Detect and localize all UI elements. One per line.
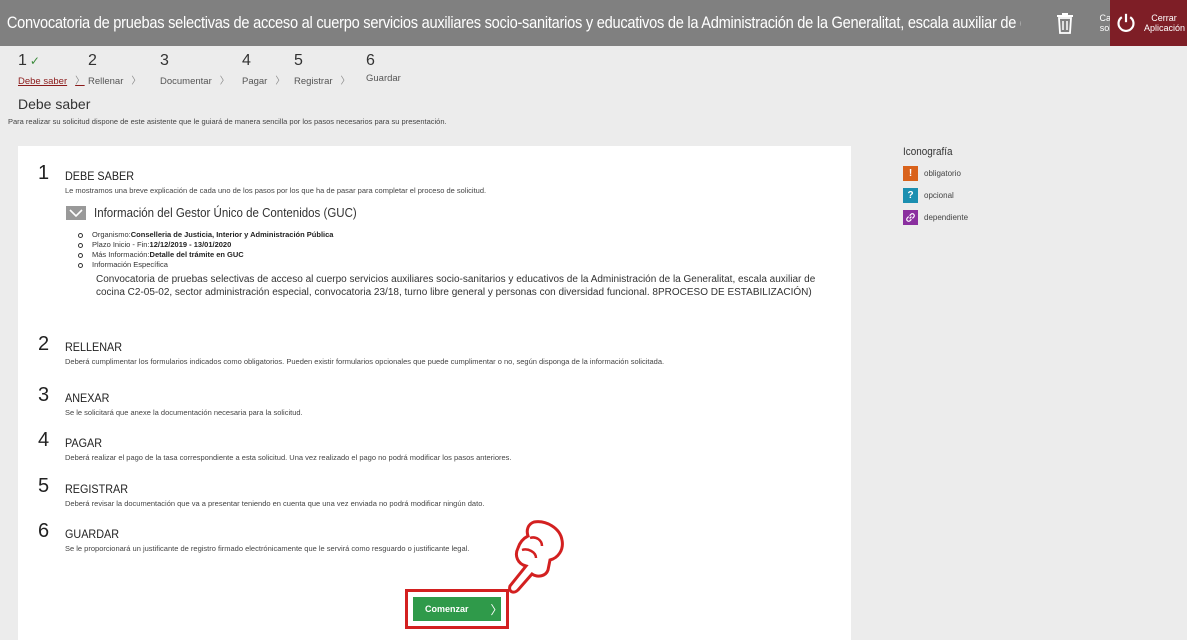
guc-info-list: Organismo: Conselleria de Justicia, Inter… xyxy=(78,230,836,270)
step-5[interactable]: 5 Registrar 〉 xyxy=(294,52,366,87)
section-title: RELLENAR xyxy=(65,340,123,354)
power-icon xyxy=(1117,13,1135,32)
guc-panel: Información del Gestor Único de Contenid… xyxy=(66,206,836,299)
step-wizard: 1 ✓ Debe saber 〉 2 Rellenar 〉 3 Documentar 〉… xyxy=(18,52,426,87)
chevron-down-icon xyxy=(66,206,86,220)
section-number: 3 xyxy=(38,384,50,406)
step-1[interactable]: 1 ✓ Debe saber 〉 xyxy=(18,52,88,87)
step-label: Registrar xyxy=(294,76,333,87)
section-number: 2 xyxy=(38,333,50,355)
step-label: Documentar xyxy=(160,76,212,87)
legend-item-dependiente: dependiente xyxy=(903,210,968,225)
step-number: 3 xyxy=(160,52,169,69)
iconography-legend: Iconografía ! obligatorio ? opcional dep… xyxy=(903,146,968,232)
legend-label: dependiente xyxy=(924,213,969,222)
chevron-right-icon: 〉 xyxy=(275,76,285,87)
section-title: ANEXAR xyxy=(65,391,110,405)
list-item: Organismo: Conselleria de Justicia, Inter… xyxy=(78,230,836,240)
begin-button-highlight: Comenzar 〉 xyxy=(405,589,509,629)
step-label: Debe saber xyxy=(18,76,68,87)
legend-label: obligatorio xyxy=(924,169,961,178)
section-number: 4 xyxy=(38,429,50,451)
list-item: Información Específica xyxy=(78,260,836,270)
chevron-right-icon: 〉 xyxy=(131,76,141,87)
section-title: GUARDAR xyxy=(65,527,120,541)
chevron-right-icon: 〉 xyxy=(219,76,230,87)
section-description: Deberá realizar el pago de la tasa corre… xyxy=(65,453,512,462)
exclamation-icon: ! xyxy=(903,166,918,181)
step-number: 2 xyxy=(88,52,97,69)
steps-card: 1 DEBE SABER Le mostramos una breve expl… xyxy=(18,146,851,640)
step-4[interactable]: 4 Pagar 〉 xyxy=(242,52,294,87)
section-title: DEBE SABER xyxy=(65,169,135,183)
section-number: 6 xyxy=(38,520,50,542)
list-item: Más Información: Detalle del trámite en G… xyxy=(78,250,836,260)
section-title: PAGAR xyxy=(65,436,103,450)
guc-description: Convocatoria de pruebas selectivas de ac… xyxy=(96,274,816,298)
check-icon: ✓ xyxy=(29,54,40,68)
legend-title: Iconografía xyxy=(903,146,953,158)
section-description: Deberá revisar la documentación que va a… xyxy=(65,499,485,508)
top-bar: Convocatoria de pruebas selectivas de ac… xyxy=(0,0,1187,46)
guc-detail-link[interactable]: Detalle del trámite en GUC xyxy=(150,250,244,260)
step-number: 5 xyxy=(294,52,303,69)
chevron-right-icon: 〉 xyxy=(490,602,503,617)
step-number: 4 xyxy=(242,52,251,69)
section-description: Se le solicitará que anexe la documentac… xyxy=(65,408,303,417)
section-title: REGISTRAR xyxy=(65,482,129,496)
section-number: 5 xyxy=(38,475,50,497)
section-description: Le mostramos una breve explicación de ca… xyxy=(65,186,487,195)
chevron-right-icon: 〉 xyxy=(75,76,85,87)
app-title: Convocatoria de pruebas selectivas de ac… xyxy=(6,13,1021,32)
link-icon xyxy=(903,210,918,225)
step-3[interactable]: 3 Documentar 〉 xyxy=(160,52,242,87)
step-label: Guardar xyxy=(366,73,401,84)
close-app-label: Cerrar Aplicación xyxy=(1144,13,1186,33)
section-description: Deberá cumplimentar los formularios indi… xyxy=(65,357,665,366)
close-app-button[interactable]: Cerrar Aplicación xyxy=(1110,0,1187,46)
question-icon: ? xyxy=(903,188,918,203)
step-label: Pagar xyxy=(242,76,268,87)
step-6[interactable]: 6 Guardar xyxy=(366,52,426,87)
step-label: Rellenar xyxy=(88,76,124,87)
begin-button-label: Comenzar xyxy=(425,604,469,614)
trash-icon xyxy=(1057,13,1073,34)
legend-item-obligatorio: ! obligatorio xyxy=(903,166,968,181)
pointing-hand-icon xyxy=(508,520,564,594)
step-number: 1 xyxy=(18,52,27,69)
guc-toggle[interactable]: Información del Gestor Único de Contenid… xyxy=(66,206,836,220)
page-subtitle: Para realizar su solicitud dispone de es… xyxy=(8,117,447,126)
begin-button[interactable]: Comenzar 〉 xyxy=(413,597,503,621)
page-title: Debe saber xyxy=(18,96,91,112)
section-description: Se le proporcionará un justificante de r… xyxy=(65,544,470,553)
step-number: 6 xyxy=(366,52,375,69)
chevron-right-icon: 〉 xyxy=(340,76,351,87)
guc-title: Información del Gestor Único de Contenid… xyxy=(94,206,357,220)
legend-item-opcional: ? opcional xyxy=(903,188,968,203)
legend-label: opcional xyxy=(924,191,954,200)
list-item: Plazo Inicio - Fin: 12/12/2019 - 13/01/20… xyxy=(78,240,836,250)
step-2[interactable]: 2 Rellenar 〉 xyxy=(88,52,160,87)
section-number: 1 xyxy=(38,162,50,184)
